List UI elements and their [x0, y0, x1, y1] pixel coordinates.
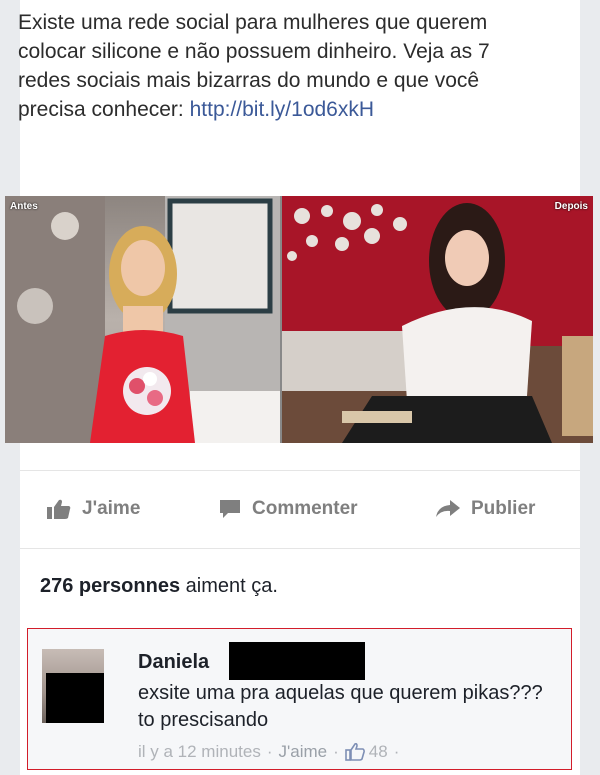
photo-after-illustration	[282, 196, 593, 443]
comment-meta: il y a 12 minutes · J'aime · 48 ·	[138, 742, 405, 762]
comment-like-count[interactable]: 48	[369, 742, 388, 762]
separator: ·	[333, 742, 339, 761]
photo-after: Depois	[282, 196, 593, 443]
post-photo[interactable]: Antes Depois	[5, 196, 593, 443]
photo-before: Antes	[5, 196, 280, 443]
thumbs-up-icon	[47, 499, 71, 519]
speech-bubble-icon	[220, 500, 240, 518]
comment-author[interactable]: Daniela	[138, 651, 209, 674]
like-label: J'aime	[82, 498, 141, 519]
avatar[interactable]	[42, 649, 104, 723]
censor-bar	[229, 642, 365, 680]
censor-bar	[46, 673, 104, 723]
after-label: Depois	[554, 201, 588, 212]
comment: Daniela exsite uma pra aquelas que quere…	[27, 628, 572, 770]
post-link[interactable]: http://bit.ly/1od6xkH	[190, 98, 374, 121]
comment-button[interactable]: Commenter	[218, 488, 358, 530]
action-bar: J'aime Commenter Publier	[20, 488, 580, 530]
separator: ·	[266, 742, 273, 761]
likes-summary[interactable]: 276 personnes aiment ça.	[40, 575, 278, 598]
like-button[interactable]: J'aime	[46, 488, 140, 530]
separator: ·	[393, 742, 400, 761]
post-text: Existe uma rede social para mulheres que…	[18, 8, 538, 124]
thumbs-up-icon	[344, 743, 365, 761]
comment-like-link[interactable]: J'aime	[279, 742, 328, 762]
divider	[20, 470, 580, 471]
share-label: Publier	[471, 498, 536, 519]
likes-count[interactable]: 276 personnes	[40, 575, 180, 597]
photo-before-illustration	[5, 196, 280, 443]
comment-text: exsite uma pra aquelas que querem pikas?…	[138, 682, 543, 731]
divider	[20, 548, 580, 549]
likes-suffix: aiment ça.	[180, 575, 278, 597]
before-label: Antes	[10, 201, 38, 212]
share-arrow-icon	[436, 500, 460, 517]
share-button[interactable]: Publier	[435, 488, 535, 530]
comment-time[interactable]: il y a 12 minutes	[138, 742, 261, 762]
comment-label: Commenter	[252, 498, 358, 519]
